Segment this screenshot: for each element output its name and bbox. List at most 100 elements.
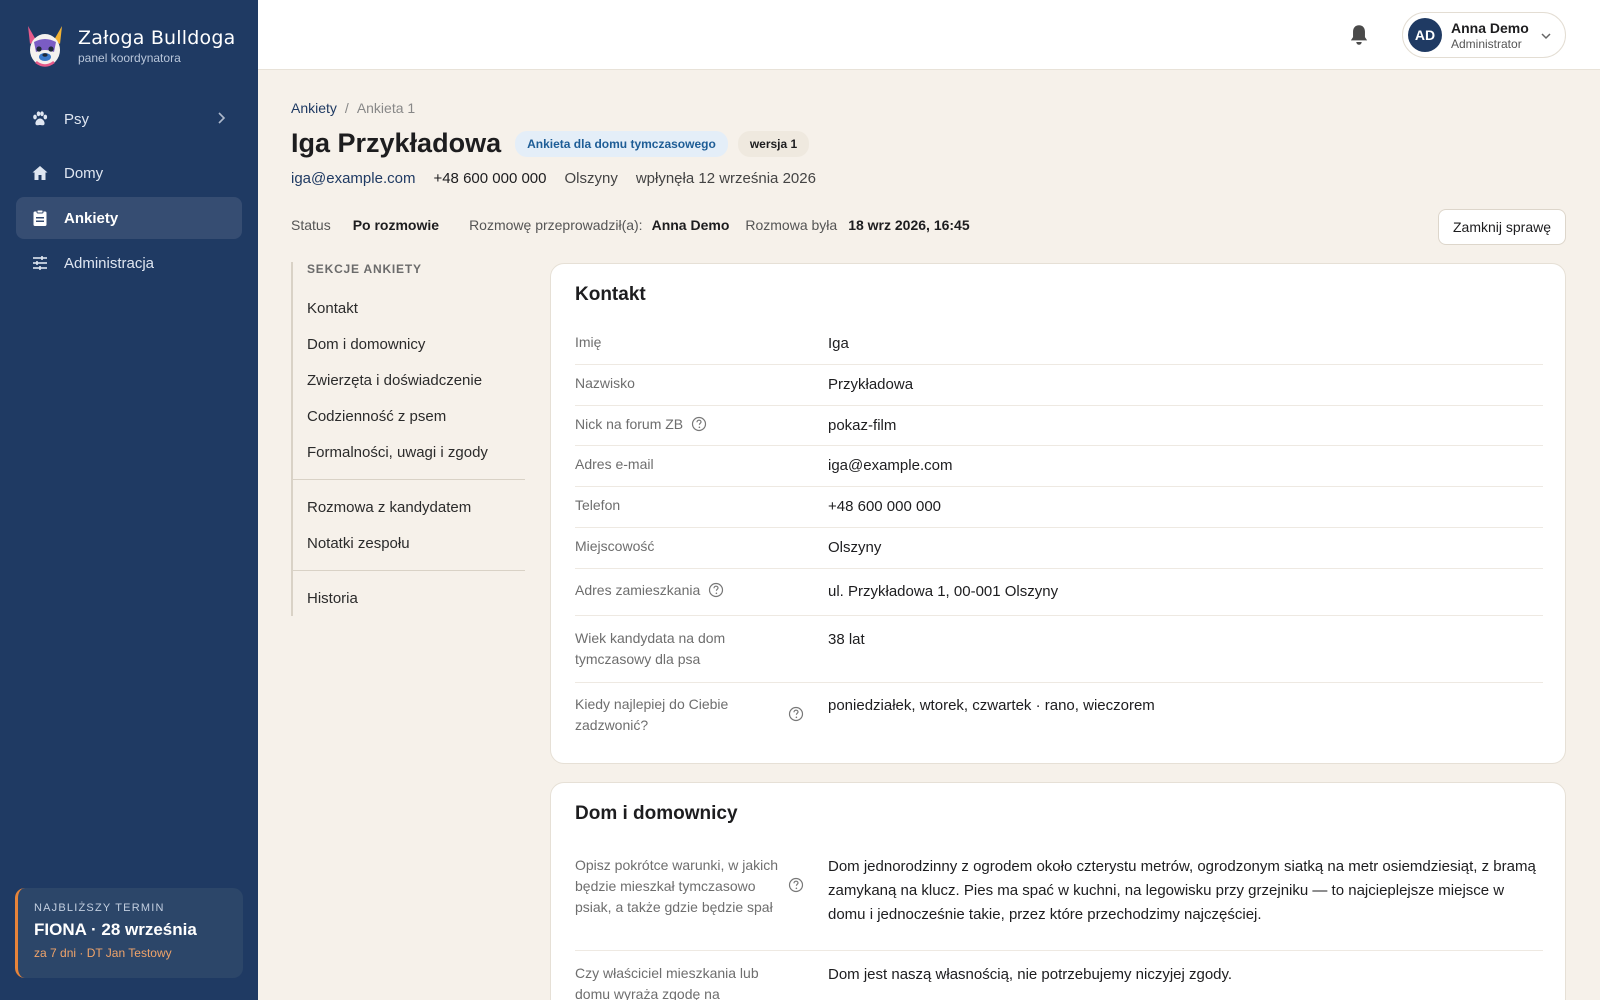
- bell-icon[interactable]: [1346, 22, 1372, 48]
- breadcrumb-ankiety-link[interactable]: Ankiety: [291, 100, 337, 116]
- field-value: +48 600 000 000: [828, 498, 942, 515]
- section-link-codziennosc[interactable]: Codzienność z psem: [293, 398, 525, 434]
- close-case-button[interactable]: Zamknij sprawę: [1438, 209, 1566, 245]
- table-row: Wiek kandydata na dom tymczasowy dla psa…: [575, 616, 1543, 683]
- nav-label-domy: Domy: [64, 164, 104, 182]
- field-value: Iga: [828, 335, 849, 352]
- sliders-icon: [30, 253, 50, 273]
- user-role: Administrator: [1451, 36, 1522, 51]
- field-value: Dom jednorodzinny z ogrodem około cztery…: [828, 858, 1536, 923]
- help-icon[interactable]: [788, 877, 804, 893]
- field-value: iga@example.com: [828, 457, 953, 474]
- field-label: Kiedy najlepiej do Ciebie zadzwonić?: [575, 696, 729, 733]
- page-title: Iga Przykładowa: [291, 128, 502, 158]
- submitted-date: wpłynęła 12 września 2026: [635, 170, 816, 187]
- section-link-rozmowa[interactable]: Rozmowa z kandydatem: [293, 489, 525, 525]
- nav-label-psy: Psy: [64, 110, 90, 128]
- table-row: Miejscowość Olszyny: [575, 528, 1543, 569]
- section-link-historia[interactable]: Historia: [293, 580, 525, 616]
- field-label: Nazwisko: [575, 375, 635, 391]
- candidate-phone[interactable]: +48 600 000 000: [433, 170, 546, 187]
- main-nav: Psy Domy Ankiety Administracja: [16, 98, 242, 287]
- topbar: AD Anna Demo Administrator: [258, 0, 1600, 70]
- status-value: Po rozmowie: [352, 217, 440, 233]
- nav-item-administracja[interactable]: Administracja: [16, 242, 242, 284]
- interview-date-value: 18 wrz 2026, 16:45: [848, 217, 970, 233]
- table-row: Czy właściciel mieszkania lub domu wyraż…: [575, 951, 1543, 1000]
- survey-sections-nav: SEKCJE ANKIETY Kontakt Dom i domownicy Z…: [291, 262, 525, 616]
- section-divider: [293, 479, 525, 480]
- chevron-down-icon: [1541, 33, 1551, 40]
- brand-subtitle: panel koordynatora: [78, 51, 181, 65]
- survey-type-badge: Ankieta dla domu tymczasowego: [515, 130, 728, 157]
- section-link-notatki[interactable]: Notatki zespołu: [293, 525, 525, 561]
- status-row: Status Po rozmowie Rozmowę przeprowadził…: [291, 217, 970, 233]
- home-card: Dom i domownicy Opisz pokrótce warunki, …: [550, 782, 1566, 1000]
- help-icon[interactable]: [708, 582, 724, 598]
- field-label: Miejscowość: [575, 538, 655, 554]
- chevron-right-icon: [218, 112, 226, 124]
- nav-item-psy[interactable]: Psy: [16, 98, 242, 140]
- title-row: Iga Przykładowa Ankieta dla domu tymczas…: [291, 128, 810, 159]
- table-row: Kiedy najlepiej do Ciebie zadzwonić? pon…: [575, 683, 1543, 753]
- paw-icon: [30, 109, 50, 129]
- table-row: Nick na forum ZB pokaz-film: [575, 406, 1543, 446]
- interviewer-value: Anna Demo: [651, 217, 730, 233]
- candidate-email-link[interactable]: iga@example.com: [291, 170, 415, 187]
- field-value: 38 lat: [828, 631, 865, 648]
- deadline-meta: za 7 dni · DT Jan Testowy: [34, 946, 172, 960]
- field-label: Wiek kandydata na dom tymczasowy dla psa: [575, 630, 726, 667]
- section-divider: [293, 570, 525, 571]
- field-label: Adres e-mail: [575, 456, 654, 472]
- section-link-dom[interactable]: Dom i domownicy: [293, 326, 525, 362]
- home-card-title: Dom i domownicy: [575, 803, 738, 824]
- version-badge: wersja 1: [737, 130, 810, 157]
- upcoming-deadline-card[interactable]: NAJBLIŻSZY TERMIN FIONA · 28 września za…: [15, 888, 243, 978]
- brand-title: Załoga Bulldoga: [78, 27, 236, 49]
- contact-card: Kontakt Imię Iga Nazwisko Przykładowa Ni…: [550, 263, 1566, 764]
- contact-rows: Imię Iga Nazwisko Przykładowa Nick na fo…: [575, 324, 1543, 753]
- help-icon[interactable]: [788, 706, 804, 722]
- table-row: Imię Iga: [575, 324, 1543, 365]
- field-value: ul. Przykładowa 1, 00-001 Olszyny: [828, 583, 1059, 600]
- table-row: Telefon +48 600 000 000: [575, 487, 1543, 528]
- clipboard-icon: [30, 208, 50, 228]
- table-row: Opisz pokrótce warunki, w jakich będzie …: [575, 855, 1543, 951]
- status-label: Status: [291, 217, 331, 233]
- field-label: Nick na forum ZB: [575, 416, 684, 432]
- field-value: poniedziałek, wtorek, czwartek · rano, w…: [828, 697, 1155, 714]
- candidate-meta: iga@example.com +48 600 000 000 Olszyny …: [291, 170, 816, 187]
- nav-item-domy[interactable]: Domy: [16, 152, 242, 194]
- field-value: Olszyny: [828, 539, 882, 556]
- interviewer-label: Rozmowę przeprowadził(a):: [469, 217, 643, 233]
- table-row: Adres e-mail iga@example.com: [575, 446, 1543, 487]
- field-label: Telefon: [575, 497, 621, 513]
- section-link-formalnosci[interactable]: Formalności, uwagi i zgody: [293, 434, 525, 470]
- home-rows: Opisz pokrótce warunki, w jakich będzie …: [575, 855, 1543, 1000]
- table-row: Nazwisko Przykładowa: [575, 365, 1543, 406]
- home-icon: [30, 163, 50, 183]
- section-link-zwierzeta[interactable]: Zwierzęta i doświadczenie: [293, 362, 525, 398]
- nav-label-administracja: Administracja: [64, 254, 155, 272]
- nav-item-ankiety[interactable]: Ankiety: [16, 197, 242, 239]
- field-value: pokaz-film: [828, 417, 897, 434]
- contact-card-title: Kontakt: [575, 284, 646, 305]
- interview-date-label: Rozmowa była: [745, 217, 838, 233]
- field-value: Przykładowa: [828, 376, 914, 393]
- sidebar: Załoga Bulldoga panel koordynatora Psy D…: [0, 0, 258, 1000]
- nav-label-ankiety: Ankiety: [64, 209, 119, 227]
- field-value: Dom jest naszą własnością, nie potrzebuj…: [828, 966, 1233, 983]
- deadline-title: FIONA · 28 września: [34, 920, 197, 939]
- breadcrumb-separator: /: [344, 100, 349, 116]
- user-menu-button[interactable]: AD Anna Demo Administrator: [1402, 12, 1566, 58]
- help-icon[interactable]: [691, 416, 707, 432]
- brand[interactable]: Załoga Bulldoga panel koordynatora: [22, 22, 235, 70]
- candidate-city: Olszyny: [564, 170, 618, 187]
- bulldog-logo-icon: [28, 26, 62, 67]
- user-name: Anna Demo: [1451, 19, 1529, 36]
- breadcrumb-current: Ankieta 1: [356, 100, 416, 116]
- section-link-kontakt[interactable]: Kontakt: [293, 290, 525, 326]
- sections-heading: SEKCJE ANKIETY: [307, 262, 422, 276]
- field-label: Opisz pokrótce warunki, w jakich będzie …: [575, 857, 779, 915]
- breadcrumb: Ankiety / Ankieta 1: [291, 100, 415, 116]
